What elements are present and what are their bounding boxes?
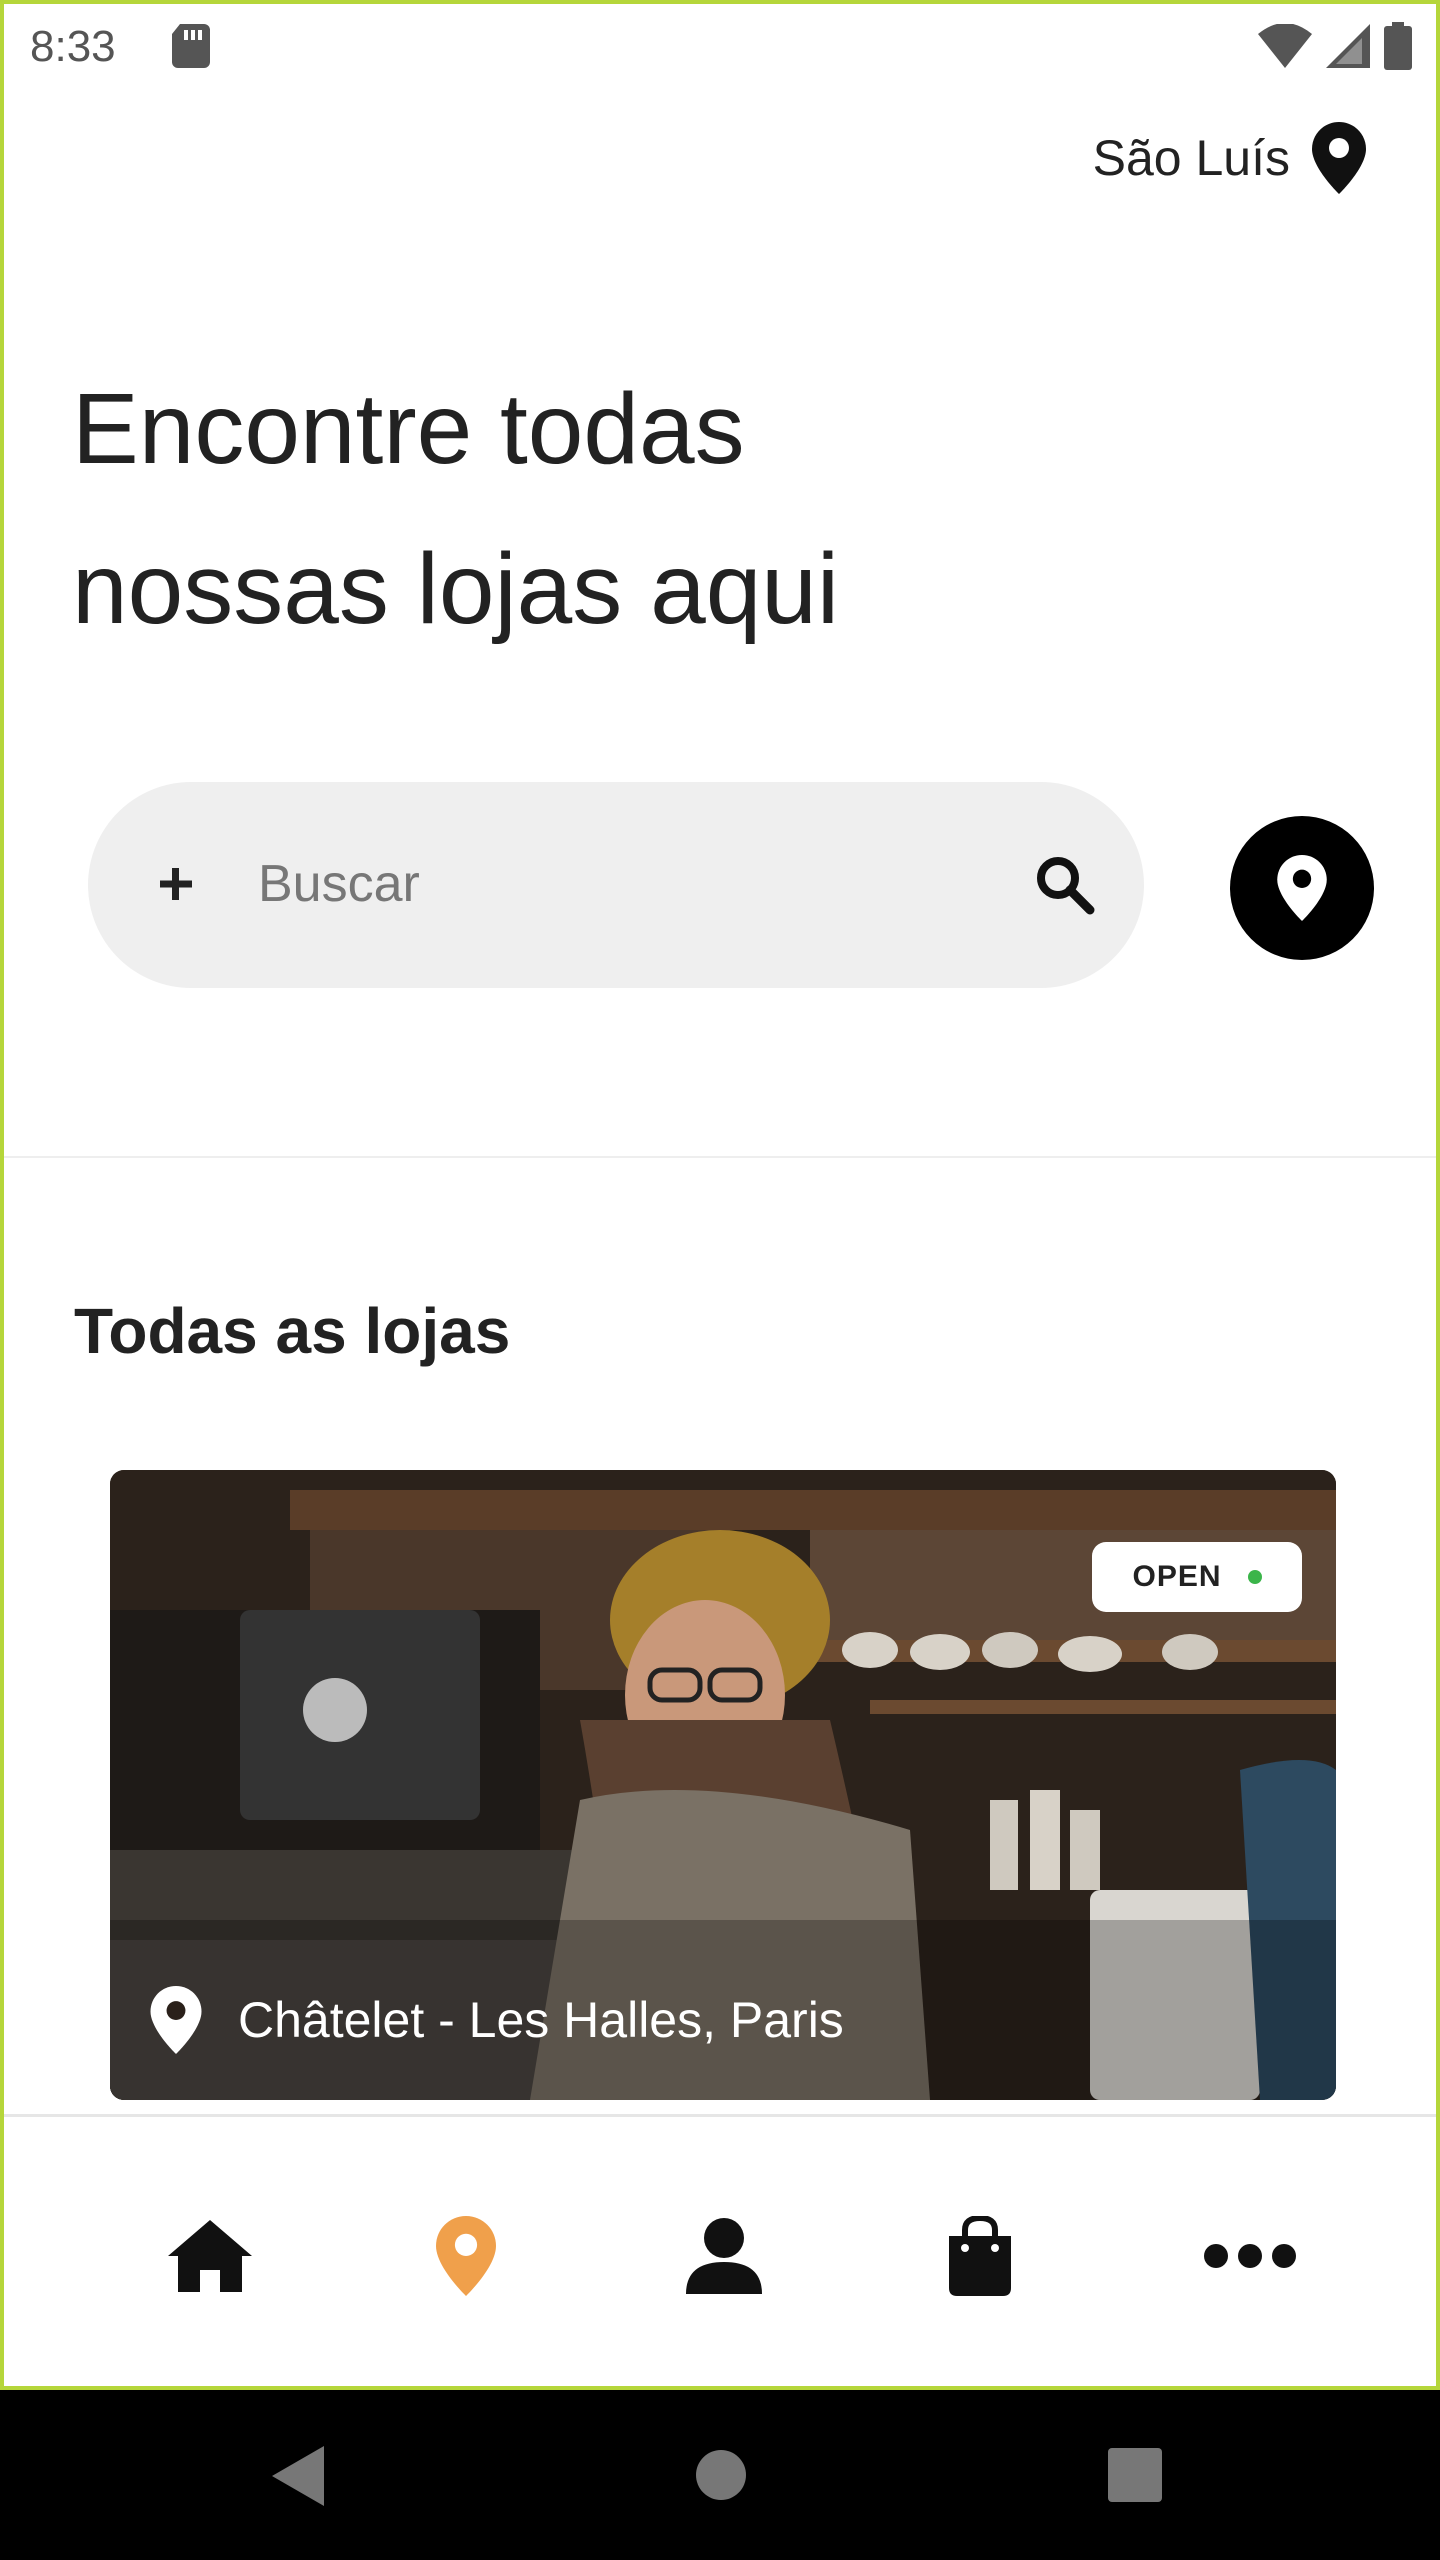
plus-icon[interactable] [152, 860, 200, 908]
divider [4, 1156, 1436, 1158]
status-dot [1247, 1570, 1262, 1584]
city-selector[interactable]: São Luís [1093, 122, 1366, 194]
status-badge-label: OPEN [1132, 1560, 1222, 1593]
section-title: Todas as lojas [74, 1295, 511, 1367]
nav-profile[interactable] [664, 2196, 784, 2316]
divider [4, 2114, 1436, 2117]
store-card[interactable]: OPEN Châtelet - Les Halles, Paris [110, 1470, 1336, 2100]
signal-icon [1326, 24, 1370, 68]
store-location-label: Châtelet - Les Halles, Paris [238, 1992, 844, 2048]
bottom-nav [4, 2118, 1436, 2386]
status-time: 8:33 [30, 22, 116, 71]
map-pin-icon [436, 2216, 496, 2296]
city-label: São Luís [1092, 130, 1290, 186]
map-pin-icon [1277, 855, 1327, 921]
current-location-button[interactable] [1230, 816, 1374, 960]
search-icon[interactable] [1032, 852, 1098, 918]
app-screen: 8:33 São Luís Encontre todas nossas loja… [0, 0, 1440, 2390]
status-bar: 8:33 [4, 4, 1436, 88]
search-bar[interactable] [88, 782, 1144, 988]
page-title: Encontre todas nossas lojas aqui [72, 373, 840, 645]
store-location: Châtelet - Les Halles, Paris [150, 1986, 844, 2054]
back-icon[interactable] [272, 2446, 324, 2506]
nav-stores[interactable] [406, 2196, 526, 2316]
sd-card-icon [172, 24, 210, 68]
nav-more[interactable] [1190, 2196, 1310, 2316]
more-icon [1204, 2244, 1296, 2268]
search-input[interactable] [258, 842, 778, 926]
battery-icon [1384, 22, 1412, 70]
home-icon [168, 2220, 252, 2292]
status-badge: OPEN [1092, 1542, 1302, 1612]
home-button[interactable] [696, 2450, 746, 2500]
map-pin-icon [1312, 122, 1366, 194]
map-pin-icon [150, 1986, 202, 2054]
system-nav-bar [0, 2390, 1440, 2560]
recents-button[interactable] [1108, 2448, 1162, 2502]
wifi-icon [1258, 24, 1312, 68]
nav-bag[interactable] [920, 2196, 1040, 2316]
shopping-bag-icon [949, 2216, 1011, 2296]
nav-home[interactable] [150, 2196, 270, 2316]
user-icon [686, 2218, 762, 2294]
